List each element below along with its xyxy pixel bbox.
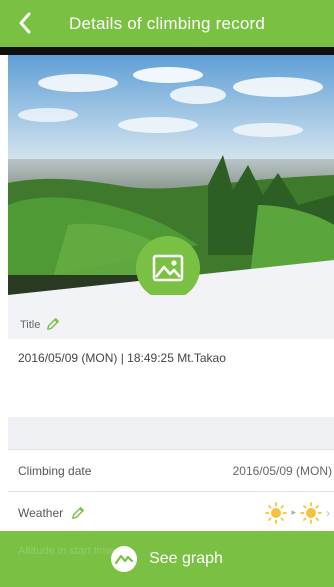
- header-divider: [0, 47, 334, 55]
- climbing-date-label: Climbing date: [18, 463, 92, 478]
- image-icon: [152, 254, 184, 282]
- pencil-icon[interactable]: [46, 317, 60, 331]
- sun-icon: [265, 501, 288, 524]
- graph-icon: [111, 546, 138, 572]
- chevron-right-icon[interactable]: ›: [326, 506, 330, 520]
- change-photo-button[interactable]: [136, 236, 200, 300]
- see-graph-bar: Altitude in start time See graph: [0, 531, 334, 587]
- chevron-left-icon: [19, 12, 31, 34]
- page-title: Details of climbing record: [68, 13, 266, 33]
- section-divider: [8, 417, 334, 449]
- climbing-date-row: Climbing date 2016/05/09 (MON): [8, 449, 334, 491]
- weather-row[interactable]: Weather ▸ ›: [8, 491, 334, 533]
- back-button[interactable]: [14, 12, 36, 34]
- pencil-icon[interactable]: [71, 506, 85, 520]
- weather-label: Weather: [18, 505, 64, 520]
- record-info: 2016/05/09 (MON) | 18:49:25 Mt.Takao: [18, 351, 226, 365]
- title-row[interactable]: Title: [8, 295, 334, 339]
- arrow-right-icon: ▸: [291, 507, 296, 517]
- see-graph-label: See graph: [149, 550, 223, 567]
- sun-icon: [300, 501, 322, 524]
- app-header: Details of climbing record: [0, 0, 334, 47]
- record-info-area: 2016/05/09 (MON) | 18:49:25 Mt.Takao: [8, 339, 334, 417]
- title-label: Title: [20, 319, 41, 331]
- weather-icons: ▸ ›: [265, 501, 334, 524]
- climbing-date-value: 2016/05/09 (MON): [232, 463, 332, 478]
- see-graph-button[interactable]: See graph: [0, 531, 334, 587]
